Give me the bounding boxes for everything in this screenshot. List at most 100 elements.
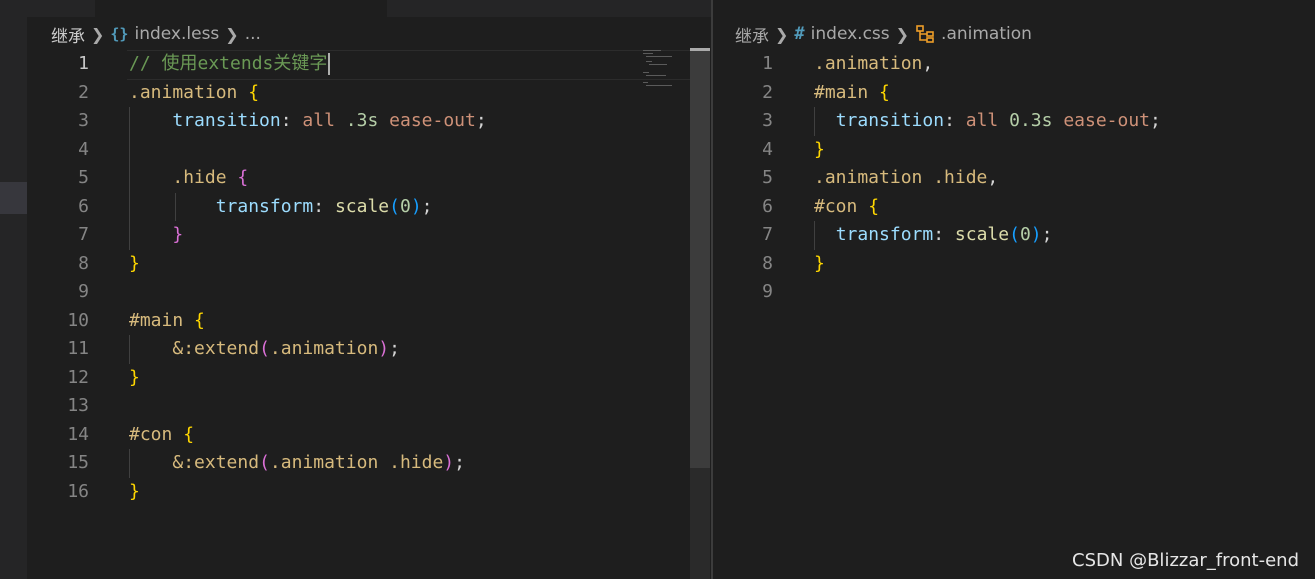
code-line[interactable]: 3 transition: all 0.3s ease-out; (713, 107, 1315, 136)
code-line[interactable]: 7 transform: scale(0); (713, 221, 1315, 250)
line-number: 2 (762, 81, 773, 103)
code-token: : (280, 110, 303, 131)
code-line[interactable]: 2 .animation { (27, 79, 711, 108)
code-token: { (237, 167, 249, 188)
code-line[interactable]: 9 (713, 278, 1315, 307)
line-number: 16 (67, 480, 89, 502)
code-token: ; (454, 452, 465, 473)
breadcrumb-file[interactable]: index.css (811, 24, 890, 44)
code-line[interactable]: 6 #con { (713, 193, 1315, 222)
code-line[interactable]: 4} (713, 136, 1315, 165)
breadcrumb-symbol[interactable]: .animation (941, 24, 1032, 44)
code-token: .hide (172, 167, 238, 188)
minimap-line (646, 61, 652, 62)
code-area[interactable]: 1// 使用extends关键字 2 .animation {3 transitio… (27, 50, 711, 506)
code-token: &:extend (172, 338, 260, 359)
code-line[interactable]: 2 #main { (713, 79, 1315, 108)
code-text: transition: all .3s ease-out; (129, 107, 486, 136)
code-token: ease-out (389, 110, 476, 131)
code-token: } (814, 138, 825, 160)
code-area[interactable]: 1 .animation, 2 #main {3 transition: all 0.… (713, 50, 1315, 307)
code-token: : (933, 224, 955, 245)
vertical-scrollbar[interactable] (690, 48, 710, 579)
code-token: } (129, 252, 140, 274)
left-editor-pane[interactable]: 继承 ❯ {} index.less ❯ ... 1 // 使用extends关键… (27, 17, 711, 579)
code-text: &:extend(.animation); (129, 335, 400, 364)
breadcrumb-folder[interactable]: 继承 (735, 22, 769, 47)
code-token: } (172, 224, 184, 245)
line-number: 14 (67, 423, 89, 445)
code-line[interactable]: 8} (27, 250, 711, 279)
code-line[interactable]: 10 #main { (27, 307, 711, 336)
indent-guide (814, 107, 815, 136)
line-number: 7 (762, 224, 773, 245)
line-number: 9 (78, 281, 89, 302)
code-token: #main (814, 81, 880, 103)
line-number: 1 (762, 53, 773, 74)
code-token: 0 (1019, 224, 1031, 245)
minimap-line (649, 64, 667, 65)
code-line[interactable]: 16} (27, 478, 711, 507)
breadcrumb-more[interactable]: ... (245, 24, 261, 44)
code-token: } (814, 252, 825, 274)
line-number: 4 (78, 138, 89, 160)
line-number: 3 (762, 110, 773, 131)
code-line[interactable]: 13 (27, 392, 711, 421)
code-text: .hide { (129, 164, 248, 193)
code-token: ) (443, 452, 455, 473)
breadcrumb-file[interactable]: index.less (134, 24, 219, 44)
scrollbar-thumb[interactable] (690, 48, 710, 468)
code-token: &:extend (172, 452, 260, 473)
code-token: transform (835, 224, 934, 245)
tab-index-less[interactable] (95, 0, 387, 17)
code-token: ; (1041, 224, 1053, 245)
minimap[interactable] (641, 48, 693, 88)
text-cursor (328, 53, 331, 75)
breadcrumb-folder[interactable]: 继承 (51, 22, 85, 47)
code-token: all (302, 110, 335, 131)
code-token: ; (389, 338, 400, 359)
code-token: : (944, 110, 966, 131)
code-line[interactable]: 12} (27, 364, 711, 393)
code-text: #main { (129, 307, 205, 336)
breadcrumb: 继承 ❯ # index.css ❯ .animation (735, 22, 1032, 47)
indent-guide (129, 335, 130, 364)
code-token: transform (215, 195, 314, 217)
code-line[interactable]: 1 // 使用extends关键字 (27, 50, 711, 80)
code-text: } (129, 250, 140, 279)
chevron-right-icon: ❯ (775, 24, 789, 44)
minimap-line (646, 85, 672, 86)
right-editor-pane[interactable]: 继承 ❯ # index.css ❯ .animation 1 .animatio… (713, 17, 1315, 579)
code-token: transition (172, 110, 281, 131)
code-token: .3s (345, 110, 379, 131)
code-line[interactable]: 5 .animation .hide, (713, 164, 1315, 193)
code-text: #con { (814, 193, 879, 222)
symbol-class-icon (916, 25, 934, 43)
code-text: } (129, 221, 183, 250)
line-number: 4 (762, 138, 773, 160)
activity-bar-active-item[interactable] (0, 182, 27, 214)
code-text: } (814, 250, 825, 279)
line-number: 7 (78, 224, 89, 245)
code-line[interactable]: 14 #con { (27, 421, 711, 450)
code-token: { (194, 309, 205, 331)
code-token: ( (259, 452, 270, 473)
minimap-line (643, 53, 653, 54)
code-text: #con { (129, 421, 194, 450)
tab-index-css[interactable] (712, 0, 1315, 17)
code-line[interactable]: 1 .animation, (713, 50, 1315, 79)
indent-guide (129, 107, 130, 250)
code-line[interactable]: 9 (27, 278, 711, 307)
watermark: CSDN @Blizzar_front-end (1072, 550, 1299, 571)
code-token: .animation .hide (814, 167, 988, 188)
code-token: 0.3s (1009, 110, 1053, 131)
code-token: ( (259, 338, 270, 359)
code-line[interactable]: 8} (713, 250, 1315, 279)
code-token: ; (421, 195, 433, 217)
